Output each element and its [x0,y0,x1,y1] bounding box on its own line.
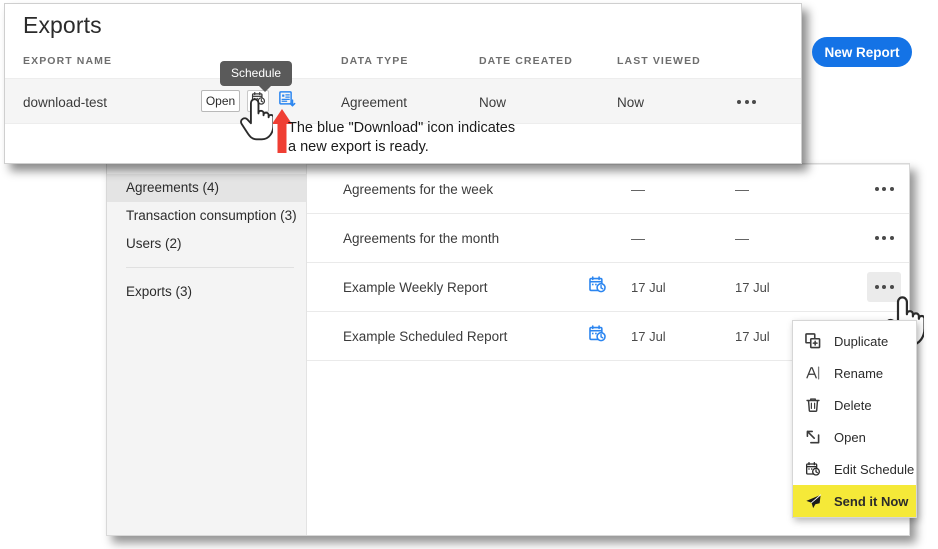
annotation-line-2: a new export is ready. [288,139,429,155]
sidebar-group-reports: Agreements (4) Transaction consumption (… [107,164,306,258]
calendar-clock-icon [588,275,607,299]
context-menu-item-duplicate[interactable]: Duplicate [793,325,916,357]
context-menu-item-send-it-now[interactable]: Send it Now [793,485,916,517]
reports-window: Agreements (4) Transaction consumption (… [106,163,910,536]
table-row[interactable]: Agreements for the month — — [307,214,909,263]
sidebar-group-exports: Exports (3) [107,268,306,306]
row-overflow-menu-button[interactable] [867,223,901,253]
export-last-viewed: Now [617,94,645,110]
context-menu-item-label: Delete [834,397,872,413]
sidebar-item-agreements[interactable]: Agreements (4) [107,174,306,202]
new-report-button[interactable]: New Report [812,37,912,67]
report-date-created: 17 Jul [631,328,666,344]
context-menu-item-label: Edit Schedule [834,461,915,477]
duplicate-icon [805,333,827,349]
trash-icon [805,397,827,413]
open-button[interactable]: Open [201,90,240,112]
table-row[interactable]: Example Weekly Report 17 Jul 17 Jul [307,263,909,312]
sidebar-item-label: Agreements (4) [126,180,220,195]
export-row[interactable]: download-test Agreement Now Now [5,78,801,124]
column-header-data-type: DATA TYPE [341,55,409,67]
sidebar-item-label: Exports (3) [126,284,193,299]
column-header-last-viewed: LAST VIEWED [617,55,701,67]
ellipsis-icon [874,285,894,289]
report-schedule-cell [563,324,631,348]
date-created-value: — [631,230,645,246]
report-last-viewed: 17 Jul [735,279,770,295]
page-title: Exports [23,12,102,38]
context-menu-item-delete[interactable]: Delete [793,389,916,421]
sidebar-item-label: Users (2) [126,236,182,251]
context-menu-item-edit-schedule[interactable]: Edit Schedule [793,453,916,485]
context-menu-item-rename[interactable]: Rename [793,357,916,389]
annotation-line-1: The blue "Download" icon indicates [288,120,516,136]
last-viewed-value: — [735,181,749,197]
column-header-date-created: DATE CREATED [479,55,573,67]
context-menu-item-label: Duplicate [834,333,889,349]
table-header: EXPORT NAME DATA TYPE DATE CREATED LAST … [5,52,801,78]
table-row[interactable]: Agreements for the week — — [307,164,909,214]
sidebar-item-exports[interactable]: Exports (3) [107,278,306,306]
report-last-viewed: — [735,181,839,197]
rename-icon [805,365,827,381]
calendar-clock-icon [588,324,607,348]
date-created-value: — [631,181,645,197]
annotation-text: The blue "Download" icon indicates a new… [288,119,515,157]
context-menu-item-label: Open [834,429,866,445]
calendar-clock-icon [805,461,827,477]
sidebar: Agreements (4) Transaction consumption (… [107,164,307,535]
report-name: Example Weekly Report [343,279,488,295]
schedule-button[interactable] [247,90,269,112]
sidebar-item-users[interactable]: Users (2) [107,230,306,258]
ellipsis-icon [874,236,894,240]
sidebar-item-transaction-consumption[interactable]: Transaction consumption (3) [107,202,306,230]
export-overflow-menu-button[interactable] [737,79,756,125]
report-name: Agreements for the month [343,230,500,246]
calendar-clock-icon [251,91,266,111]
open-external-icon [805,429,827,445]
row-context-menu: Duplicate Rename Delete Open Edit Schedu… [792,320,917,518]
report-schedule-cell [563,275,631,299]
last-viewed-value: — [735,230,749,246]
report-name: Example Scheduled Report [343,328,508,344]
paper-plane-icon [805,493,827,510]
schedule-tooltip: Schedule [220,61,293,92]
ellipsis-icon [874,187,894,191]
context-menu-item-label: Send it Now [834,493,909,509]
report-name: Agreements for the week [343,181,494,197]
ellipsis-icon [737,100,756,104]
sidebar-item-label: Transaction consumption (3) [126,208,297,223]
report-date-created: — [631,181,735,197]
column-header-export-name: EXPORT NAME [23,55,113,67]
report-last-viewed: — [735,230,839,246]
row-overflow-menu-button[interactable] [867,174,901,204]
report-date-created: 17 Jul [631,279,666,295]
context-menu-item-open[interactable]: Open [793,421,916,453]
export-name: download-test [23,94,108,110]
context-menu-item-label: Rename [834,365,884,381]
row-overflow-menu-button[interactable] [867,272,901,302]
report-date-created: — [631,230,735,246]
